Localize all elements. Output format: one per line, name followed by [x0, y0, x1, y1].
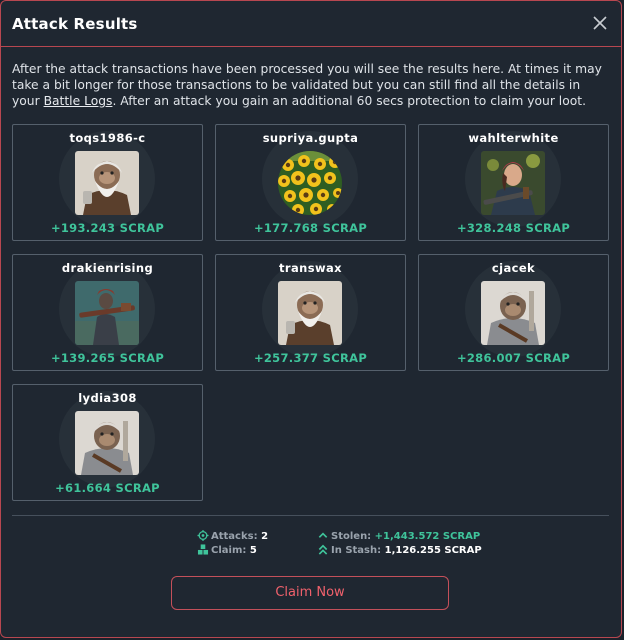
player-name: drakienrising [61, 261, 154, 275]
attack-results-modal: Attack Results After the attack transact… [0, 0, 622, 638]
player-name: cjacek [491, 261, 536, 275]
scrap-reward: +193.243 SCRAP [50, 221, 165, 235]
armored-warrior-avatar [75, 281, 139, 345]
stolen-value: +1,443.572 SCRAP [374, 531, 481, 542]
scrap-reward: +61.664 SCRAP [55, 481, 160, 495]
stash-value: 1,126.255 SCRAP [384, 545, 482, 556]
player-name: wahlterwhite [468, 131, 559, 145]
stolen-stat: Stolen: +1,443.572 SCRAP [317, 530, 480, 542]
player-name: toqs1986-c [69, 131, 146, 145]
modal-title: Attack Results [12, 15, 138, 33]
armored-monkey-avatar [75, 411, 139, 475]
attacks-label: Attacks: [211, 531, 258, 542]
player-name: lydia308 [78, 391, 137, 405]
double-chevron-up-icon [318, 544, 328, 555]
boxes-icon [197, 544, 209, 555]
description-text-end: . After an attack you gain an additional… [112, 94, 586, 108]
modal-description: After the attack transactions have been … [12, 61, 610, 109]
scrap-reward: +257.377 SCRAP [253, 351, 368, 365]
result-card: toqs1986-c +193.243 SCRAP [12, 124, 203, 241]
target-icon [197, 530, 209, 541]
claim-value: 5 [249, 545, 257, 556]
attacks-stat: Attacks: 2 [197, 530, 268, 542]
claim-now-button[interactable]: Claim Now [171, 576, 449, 610]
player-name: transwax [279, 261, 342, 275]
stolen-label: Stolen: [331, 531, 372, 542]
result-card: transwax +257.377 SCRAP [215, 254, 406, 371]
result-card: supriya.gupta +177.768 SCRAP [215, 124, 406, 241]
player-name: supriya.gupta [262, 131, 359, 145]
claim-label: Claim: [211, 545, 247, 556]
scrap-reward: +286.007 SCRAP [456, 351, 571, 365]
stash-label: In Stash: [331, 545, 382, 556]
chevron-up-icon [318, 532, 328, 538]
scrap-reward: +328.248 SCRAP [456, 221, 571, 235]
result-card: drakienrising +139.265 SCRAP [12, 254, 203, 371]
attacks-value: 2 [261, 531, 269, 542]
result-card: wahlterwhite +328.248 SCRAP [418, 124, 609, 241]
claim-stat: Claim: 5 [197, 544, 257, 556]
sunflowers-avatar [278, 151, 342, 215]
result-card: cjacek +286.007 SCRAP [418, 254, 609, 371]
soldier-girl-avatar [481, 151, 545, 215]
bearded-monkey-avatar [75, 151, 139, 215]
result-card: lydia308 +61.664 SCRAP [12, 384, 203, 501]
stash-stat: In Stash: 1,126.255 SCRAP [317, 544, 482, 556]
scrap-reward: +139.265 SCRAP [50, 351, 165, 365]
armored-monkey-avatar [481, 281, 545, 345]
summary-divider [12, 515, 609, 516]
battle-logs-link[interactable]: Battle Logs [44, 94, 113, 108]
close-icon[interactable] [591, 14, 609, 32]
modal-header: Attack Results [1, 1, 621, 47]
scrap-reward: +177.768 SCRAP [253, 221, 368, 235]
bearded-monkey-avatar [278, 281, 342, 345]
